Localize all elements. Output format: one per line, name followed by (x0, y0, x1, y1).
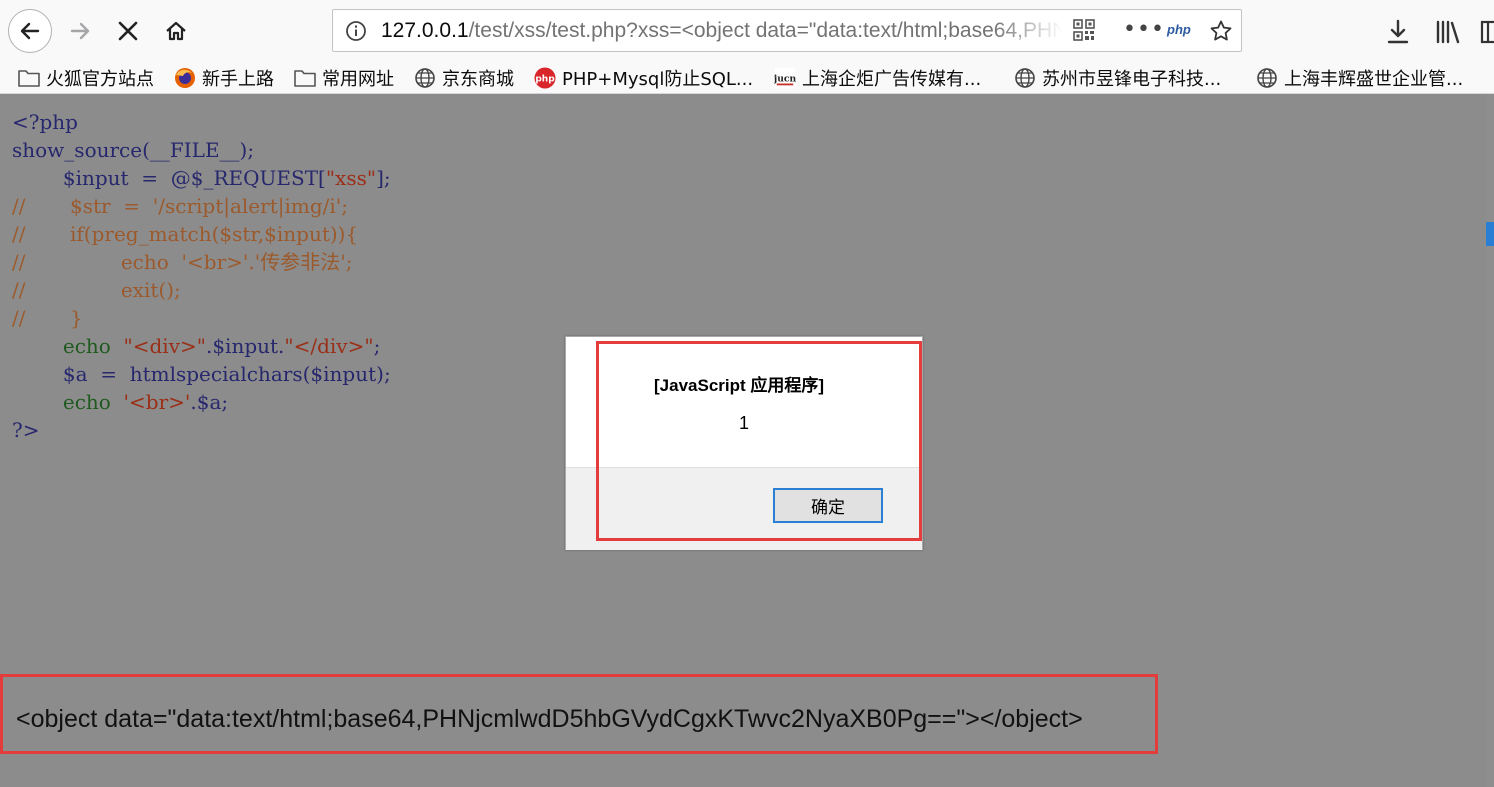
url-fade (993, 10, 1063, 51)
rendered-output-text: <object data="data:text/html;base64,PHNj… (16, 705, 1083, 733)
bookmark-label: 上海丰辉盛世企业管... (1284, 68, 1464, 90)
close-icon (118, 21, 138, 41)
bookmark-label: 苏州市昱锋电子科技... (1042, 68, 1222, 90)
php-icon: php (534, 67, 556, 89)
home-icon (166, 21, 186, 41)
php-extension-icon[interactable]: php (1167, 22, 1191, 37)
bookmark-label: 常用网址 (322, 68, 394, 90)
folder-icon (294, 67, 316, 89)
code-line: ; (373, 334, 381, 358)
bookmark-label: 上海企炬广告传媒有... (802, 68, 982, 90)
code-line: .$input. (205, 334, 285, 358)
code-comment: // } (12, 306, 83, 330)
code-comment: // if(preg_match($str,$input)){ (12, 222, 359, 246)
code-line: $input = @$_REQUEST[ (12, 166, 326, 190)
bookmark-label: 新手上路 (202, 68, 274, 90)
code-comment: // exit(); (12, 278, 181, 302)
ok-button[interactable]: 确定 (773, 488, 883, 523)
bookmark-item[interactable]: 京东商城 (414, 62, 514, 93)
qr-code-icon[interactable] (1073, 19, 1095, 41)
code-line: ]; (376, 166, 391, 190)
svg-text:php: php (535, 74, 555, 84)
library-icon[interactable] (1434, 18, 1462, 46)
code-string: "<div>" (123, 334, 206, 358)
qiju-icon: jucn (774, 67, 796, 89)
code-line: ?> (12, 418, 40, 442)
code-comment: // $str = '/script|alert|img/i'; (12, 194, 349, 218)
bookmark-item[interactable]: 苏州市昱锋电子科技... (1014, 62, 1221, 93)
url-text[interactable]: 127.0.0.1/test/xss/test.php?xss=<object … (381, 10, 1061, 51)
page-scrollbar[interactable] (1486, 94, 1494, 787)
home-button[interactable] (154, 9, 198, 53)
bookmark-item[interactable]: php PHP+Mysql防止SQL... (534, 62, 753, 93)
dialog-title: [JavaScript 应用程序] (654, 376, 825, 395)
globe-icon (414, 67, 436, 89)
code-line: .$a; (190, 390, 229, 414)
firefox-icon (174, 67, 196, 89)
bookmark-item[interactable]: 上海丰辉盛世企业管... (1256, 62, 1463, 93)
code-line: show_source(__FILE__); (12, 138, 255, 162)
folder-icon (18, 67, 40, 89)
stop-button[interactable] (106, 9, 150, 53)
code-line: $a = htmlspecialchars($input); (12, 362, 391, 386)
globe-icon (1256, 67, 1278, 89)
code-keyword: echo (12, 390, 124, 414)
url-host: 127.0.0.1 (381, 19, 469, 42)
code-string: "xss" (325, 166, 377, 190)
star-icon[interactable] (1209, 19, 1233, 43)
bookmark-label: 京东商城 (442, 68, 514, 90)
scrollbar-thumb[interactable] (1486, 222, 1494, 246)
download-icon[interactable] (1384, 18, 1412, 46)
dialog-message: 1 (739, 413, 750, 433)
code-comment: // echo '<br>'.'传参非法'; (12, 250, 353, 274)
url-bar[interactable]: 127.0.0.1/test/xss/test.php?xss=<object … (332, 9, 1242, 52)
php-source-code: <?php show_source(__FILE__); $input = @$… (12, 108, 391, 444)
code-string: '<br>' (123, 390, 191, 414)
bookmark-item[interactable]: jucn 上海企炬广告传媒有... (774, 62, 981, 93)
rendered-output-highlight: <object data="data:text/html;base64,PHNj… (0, 674, 1158, 754)
info-icon[interactable] (345, 20, 367, 42)
sidebar-icon[interactable] (1480, 18, 1494, 46)
arrow-left-icon (20, 22, 40, 40)
code-string: "</div>" (284, 334, 374, 358)
url-path: /test/xss/test.php?xss=<object data="dat… (468, 19, 1061, 42)
navigation-toolbar: 127.0.0.1/test/xss/test.php?xss=<object … (0, 0, 1494, 62)
javascript-alert-dialog: [JavaScript 应用程序] 1 确定 (565, 336, 923, 550)
bookmark-item[interactable]: 火狐官方站点 (18, 62, 154, 93)
forward-button[interactable] (58, 9, 102, 53)
globe-icon (1014, 67, 1036, 89)
bookmark-item[interactable]: 常用网址 (294, 62, 394, 93)
svg-text:jucn: jucn (774, 73, 796, 84)
bookmark-label: PHP+Mysql防止SQL... (562, 68, 754, 90)
code-line: <?php (12, 110, 78, 134)
arrow-right-icon (70, 22, 90, 40)
back-button[interactable] (8, 9, 52, 53)
bookmark-item[interactable]: 新手上路 (174, 62, 274, 93)
page-actions-button[interactable]: ••• (1123, 14, 1164, 46)
bookmarks-toolbar: 火狐官方站点 新手上路 常用网址 京东商城 php PHP+Mysql防止SQL… (0, 62, 1494, 94)
bookmark-label: 火狐官方站点 (46, 68, 154, 90)
code-keyword: echo (12, 334, 124, 358)
